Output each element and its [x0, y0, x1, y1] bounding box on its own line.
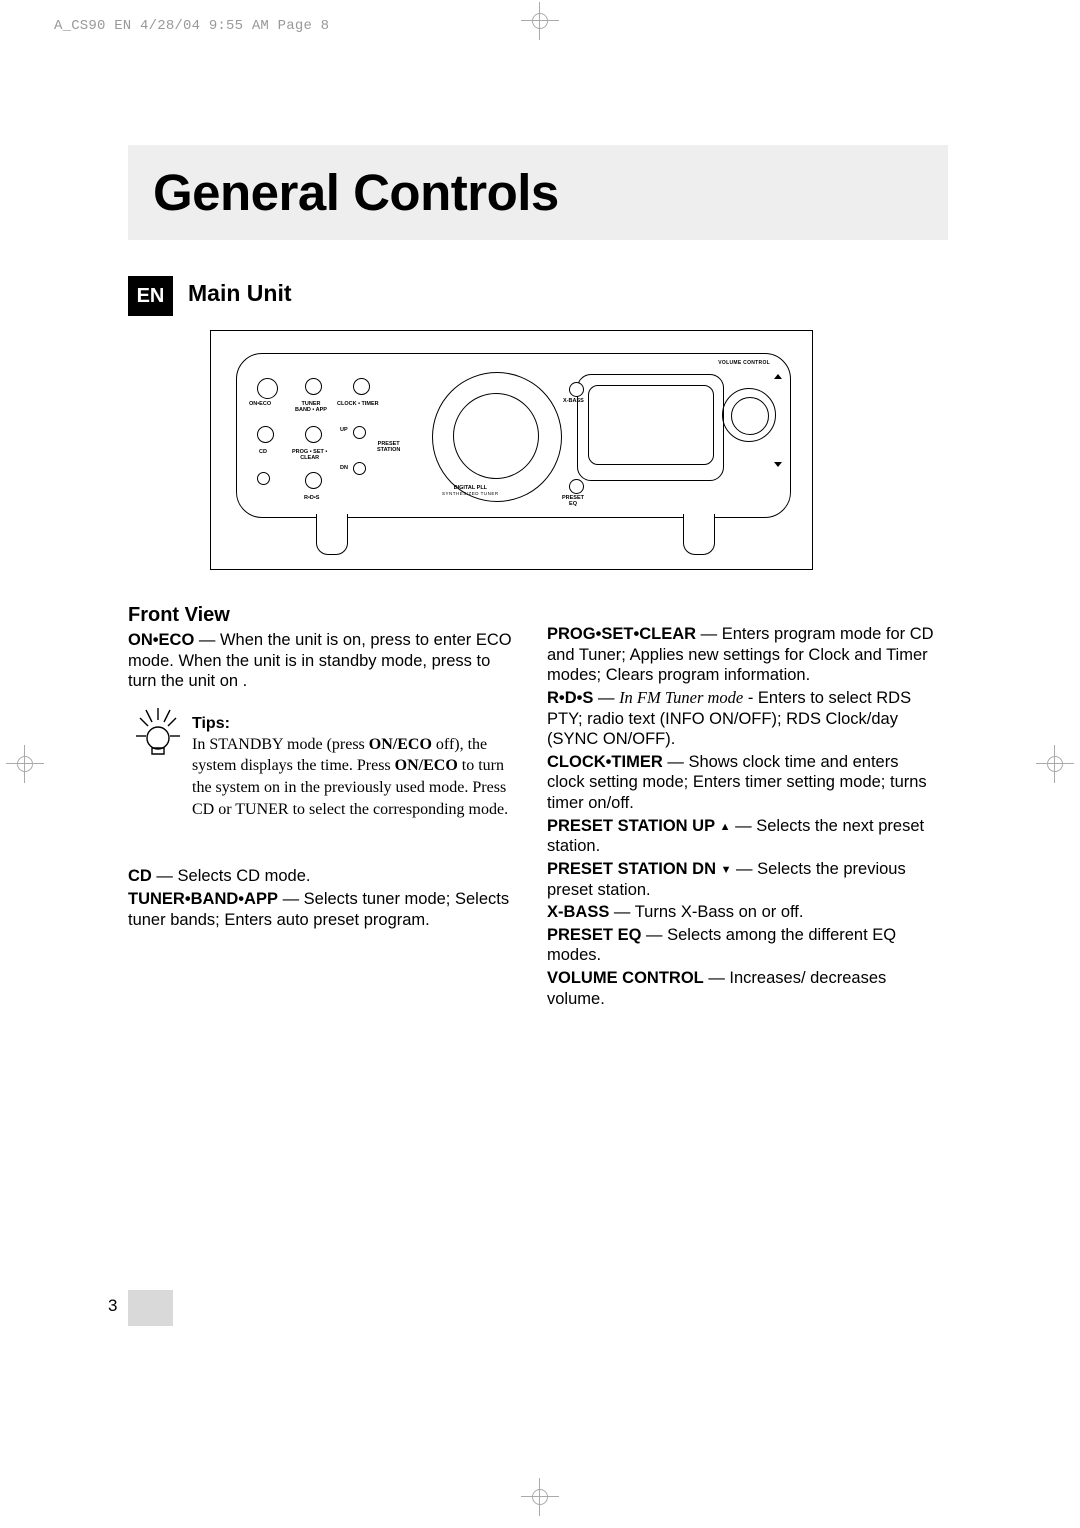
diagram-btn-clock	[353, 378, 370, 395]
diagram-btn-preset-dn	[353, 462, 366, 475]
page-title-box: General Controls	[128, 145, 948, 240]
diagram-btn-ir	[257, 472, 270, 485]
diagram-btn-on-eco	[257, 378, 278, 399]
tips-body: In STANDBY mode (press ON/ECO off), the …	[192, 734, 522, 820]
after-tips-block: CD — Selects CD mode. TUNER•BAND•APP — S…	[128, 866, 521, 930]
diagram-btn-tuner	[305, 378, 322, 395]
psu-label: PRESET STATION UP	[547, 817, 715, 835]
diagram-btn-rds	[305, 472, 322, 489]
peq-label: PRESET EQ	[547, 926, 646, 944]
xbass-paragraph: X-BASS — Turns X-Bass on or off.	[547, 902, 940, 923]
up-arrow-icon: ▲	[720, 821, 731, 835]
vol-paragraph: VOLUME CONTROL — Increases/ decreases vo…	[547, 968, 940, 1009]
diagram-label-xbass: X-BASS	[563, 399, 584, 405]
xbass-text: — Turns X-Bass on or off.	[609, 903, 803, 921]
diagram-btn-xbass	[569, 382, 584, 397]
tuner-label: TUNER•BAND•APP	[128, 890, 278, 908]
diagram-label-cd: CD	[259, 450, 267, 456]
lightbulb-icon	[132, 702, 184, 768]
diagram-pll-label: DIGITAL PLL SYNTHESIZED TUNER	[442, 486, 499, 497]
tuner-paragraph: TUNER•BAND•APP — Selects tuner mode; Sel…	[128, 889, 521, 930]
left-column: ON•ECO — When the unit is on, press to e…	[128, 630, 521, 932]
rds-label: R•D•S	[547, 689, 593, 707]
rds-paragraph: R•D•S — In FM Tuner mode - Enters to sel…	[547, 688, 940, 750]
clock-paragraph: CLOCK•TIMER — Shows clock time and enter…	[547, 752, 940, 814]
peq-paragraph: PRESET EQ — Selects among the different …	[547, 925, 940, 966]
language-tag: EN	[128, 276, 173, 316]
on-eco-paragraph: ON•ECO — When the unit is on, press to e…	[128, 630, 521, 692]
diagram-label-rds: R•D•S	[304, 496, 319, 502]
diagram-label-tuner: TUNER BAND • APP	[295, 402, 327, 413]
on-eco-label: ON•ECO	[128, 631, 194, 649]
registration-mark-top	[527, 8, 553, 34]
cd-text: — Selects CD mode.	[152, 867, 311, 885]
cd-door-icon	[432, 372, 562, 502]
tips-box: Tips: In STANDBY mode (press ON/ECO off)…	[128, 714, 522, 820]
right-column: PROG•SET•CLEAR — Enters program mode for…	[547, 624, 940, 1011]
psd-paragraph: PRESET STATION DN ▼ — Selects the previo…	[547, 859, 940, 900]
tips-t1: In STANDBY mode (press	[192, 736, 369, 753]
rds-italic: In FM Tuner mode	[619, 688, 743, 707]
clock-label: CLOCK•TIMER	[547, 753, 663, 771]
diagram-label-preset: PRESET STATION	[377, 442, 400, 453]
diagram-btn-cd	[257, 426, 274, 443]
diagram-label-preset-eq: PRESET EQ	[562, 496, 584, 507]
volume-up-triangle-icon	[774, 374, 782, 379]
unit-leg-left	[316, 514, 348, 555]
tips-b2: ON/ECO	[395, 757, 458, 774]
registration-mark-right	[1042, 751, 1068, 777]
psu-paragraph: PRESET STATION UP ▲ — Selects the next p…	[547, 816, 940, 857]
cd-paragraph: CD — Selects CD mode.	[128, 866, 521, 887]
page-title: General Controls	[153, 161, 559, 225]
prog-label: PROG•SET•CLEAR	[547, 625, 696, 643]
tips-b1: ON/ECO	[369, 736, 432, 753]
volume-down-triangle-icon	[774, 462, 782, 467]
diagram-label-up: UP	[340, 428, 348, 434]
registration-mark-bottom	[527, 1484, 553, 1510]
diagram-volume-label: VOLUME CONTROL	[718, 360, 770, 366]
diagram-label-dn: DN	[340, 466, 348, 472]
page-number-box	[128, 1290, 173, 1326]
front-view-heading: Front View	[128, 603, 230, 628]
diagram-label-on-eco: ON•ECO	[249, 402, 271, 408]
diagram-btn-preset-up	[353, 426, 366, 439]
xbass-label: X-BASS	[547, 903, 609, 921]
unit-leg-right	[683, 514, 715, 555]
display-panel-icon	[577, 374, 724, 481]
diagram-label-prog: PROG • SET • CLEAR	[292, 450, 327, 461]
vol-label: VOLUME CONTROL	[547, 969, 704, 987]
unit-body-outline: VOLUME CONTROL ON•ECO TUNER BAND • APP C…	[236, 353, 791, 518]
cd-label: CD	[128, 867, 152, 885]
diagram-btn-preset-eq	[569, 479, 584, 494]
section-heading-main-unit: Main Unit	[188, 279, 292, 308]
psd-label: PRESET STATION DN	[547, 860, 716, 878]
down-arrow-icon: ▼	[721, 864, 732, 878]
volume-knob-icon	[722, 388, 776, 442]
prog-paragraph: PROG•SET•CLEAR — Enters program mode for…	[547, 624, 940, 686]
diagram-btn-prog	[305, 426, 322, 443]
print-header: A_CS90 EN 4/28/04 9:55 AM Page 8	[54, 18, 329, 36]
page-number: 3	[108, 1295, 117, 1316]
tips-title: Tips:	[192, 714, 522, 734]
diagram-label-clock: CLOCK • TIMER	[337, 402, 379, 408]
diagram-frame: VOLUME CONTROL ON•ECO TUNER BAND • APP C…	[210, 330, 813, 570]
registration-mark-left	[12, 751, 38, 777]
diagram-pll-sub: SYNTHESIZED TUNER	[442, 491, 499, 496]
